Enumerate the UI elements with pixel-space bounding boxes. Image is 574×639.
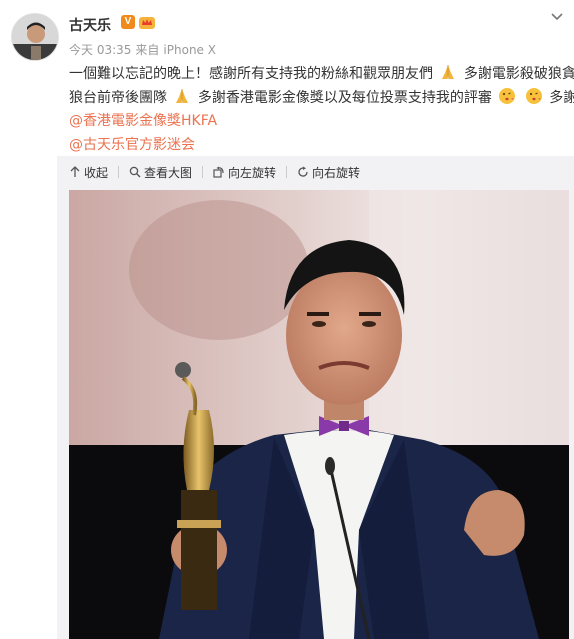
post-meta: 今天 03:35 来自 iPhone X xyxy=(69,41,220,58)
source-device: iPhone X xyxy=(163,43,216,57)
collapse-label: 收起 xyxy=(84,165,109,180)
view-large-label: 查看大图 xyxy=(144,165,193,180)
rotate-right-button[interactable]: 向右旋转 xyxy=(297,164,360,181)
post-time[interactable]: 今天 03:35 xyxy=(69,43,131,57)
pray-emoji-icon xyxy=(439,63,457,81)
toolbar-divider xyxy=(286,166,288,178)
post-text: 一個難以忘記的晚上！感謝所有支持我的粉絲和觀眾朋友們 多謝電影殺破狼貪 狼台前帝… xyxy=(69,62,574,110)
rotate-right-label: 向右旋转 xyxy=(312,165,361,180)
post-photo[interactable] xyxy=(69,190,569,639)
expanded-media-panel: 收起 查看大图 向左旋转 向右旋转 xyxy=(57,156,574,639)
rotate-left-label: 向左旋转 xyxy=(228,165,277,180)
toolbar-divider xyxy=(202,166,204,178)
weibo-post: 古天乐 V 今天 03:35 来自 iPhone X 一個難以忘記的晚上！感謝所有支… xyxy=(0,0,574,639)
text-segment: 一個難以忘記的晚上！感謝所有支持我的粉絲和觀眾朋友們 xyxy=(69,66,433,82)
text-segment: 狼台前帝後團隊 xyxy=(69,90,167,106)
kiss-emoji-icon xyxy=(498,87,516,105)
text-segment: 多謝 xyxy=(549,90,574,106)
rotate-right-icon xyxy=(298,166,308,177)
rotate-left-button[interactable]: 向左旋转 xyxy=(213,164,276,181)
source-prefix: 来自 xyxy=(135,43,160,57)
verified-badge: V xyxy=(121,15,135,29)
media-toolbar: 收起 查看大图 向左旋转 向右旋转 xyxy=(69,162,370,182)
collapse-arrow-icon xyxy=(70,166,80,177)
rotate-left-icon xyxy=(213,166,224,178)
username[interactable]: 古天乐 xyxy=(69,15,111,35)
text-segment: 多謝電影殺破狼貪 xyxy=(463,66,574,82)
view-large-button[interactable]: 查看大图 xyxy=(129,164,192,181)
user-avatar[interactable] xyxy=(11,13,59,61)
mention-link-hkfa[interactable]: @香港電影金像獎HKFA xyxy=(69,110,217,130)
magnifier-icon xyxy=(129,166,141,178)
vip-crown-icon xyxy=(138,14,156,30)
mention-link-fanclub[interactable]: @古天乐官方影迷会 xyxy=(69,134,195,154)
dropdown-chevron-icon[interactable] xyxy=(549,8,565,24)
kiss-emoji-icon xyxy=(525,87,543,105)
text-segment: 多謝香港電影金像獎以及每位投票支持我的評審 xyxy=(197,90,492,106)
pray-emoji-icon xyxy=(173,87,191,105)
collapse-button[interactable]: 收起 xyxy=(69,164,108,181)
toolbar-divider xyxy=(118,166,120,178)
